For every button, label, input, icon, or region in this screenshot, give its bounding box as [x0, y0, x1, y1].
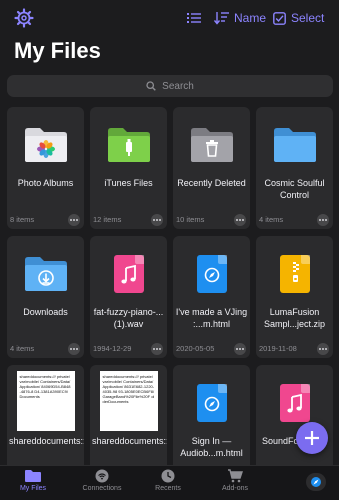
file-card-fat-fuzzy-piano[interactable]: fat-fuzzy-piano-...(1).wav 1994-12-29: [90, 236, 167, 358]
file-name: iTunes Files: [104, 178, 153, 188]
more-options-icon[interactable]: [317, 214, 329, 226]
html-file-icon: [196, 255, 227, 293]
trash-folder-icon: [190, 128, 233, 162]
plus-icon: [305, 431, 319, 445]
text-preview: shareddocuments:/// private/var/mobile/ …: [99, 371, 158, 431]
file-meta: 2020-05-05: [176, 344, 215, 353]
add-button[interactable]: [296, 422, 328, 454]
browser-shortcut-button[interactable]: [306, 473, 326, 491]
music-file-icon: [279, 384, 310, 422]
tab-add-ons[interactable]: Add-ons: [205, 469, 265, 492]
file-card-itunes-files[interactable]: iTunes Files 12 items: [90, 107, 167, 229]
search-placeholder: Search: [162, 80, 194, 92]
more-options-icon[interactable]: [234, 214, 246, 226]
tab-label: My Files: [19, 485, 47, 492]
file-meta: 12 items: [93, 215, 122, 224]
html-file-icon: [196, 384, 227, 422]
more-options-icon[interactable]: [151, 214, 163, 226]
cart-icon: [228, 469, 243, 483]
file-meta: 10 items: [176, 215, 205, 224]
file-name: Downloads: [23, 307, 68, 317]
more-options-icon[interactable]: [68, 214, 80, 226]
file-card-downloads[interactable]: Downloads 4 items: [7, 236, 84, 358]
text-preview: shareddocuments:/// private/var/mobile/ …: [16, 371, 75, 431]
top-toolbar: Name Select: [0, 0, 339, 36]
file-card-cosmic-soulful-control[interactable]: Cosmic Soulful Control 4 items: [256, 107, 333, 229]
compass-icon: [311, 477, 321, 487]
select-label: Select: [291, 11, 325, 25]
list-view-icon[interactable]: [186, 10, 202, 26]
tab-my-files[interactable]: My Files: [3, 466, 63, 500]
file-meta: 8 items: [10, 215, 35, 224]
checkbox-icon: [273, 11, 286, 25]
zip-file-icon: [279, 255, 310, 293]
more-options-icon[interactable]: [234, 343, 246, 355]
music-file-icon: [113, 255, 144, 293]
file-card-photo-albums[interactable]: Photo Albums 8 items: [7, 107, 84, 229]
file-card-vjing-html[interactable]: I've made a VJing :...m.html 2020-05-05: [173, 236, 250, 358]
page-title: My Files: [14, 38, 101, 63]
file-name: Recently Deleted: [177, 178, 246, 188]
file-name: fat-fuzzy-piano-...(1).wav: [93, 307, 164, 329]
wifi-icon: [95, 469, 109, 483]
clock-icon: [161, 469, 175, 483]
file-meta: 2019-11-08: [259, 344, 297, 353]
file-card-recently-deleted[interactable]: Recently Deleted 10 items: [173, 107, 250, 229]
file-meta: 1994-12-29: [93, 344, 132, 353]
file-name: shareddocuments::::pri...DEC.txt: [9, 436, 84, 446]
sort-label: Name: [234, 11, 267, 25]
search-icon: [146, 81, 156, 91]
file-grid: Photo Albums 8 items iTunes Files 12 ite…: [7, 107, 333, 487]
file-card-lumafusion-zip[interactable]: LumaFusion Sampl...ject.zip 2019-11-08: [256, 236, 333, 358]
file-name: Cosmic Soulful Control: [264, 178, 325, 200]
file-name: Photo Albums: [17, 178, 74, 188]
tab-label: Connections: [82, 485, 122, 492]
folder-icon: [273, 128, 316, 162]
select-button[interactable]: Select: [273, 8, 324, 28]
more-options-icon[interactable]: [317, 343, 329, 355]
file-name: LumaFusion Sampl...ject.zip: [263, 307, 326, 329]
tab-label: Add-ons: [221, 485, 249, 492]
itunes-folder-icon: [107, 128, 150, 162]
file-meta: 4 items: [10, 344, 35, 353]
photos-folder-icon: [24, 128, 67, 162]
downloads-folder-icon: [24, 257, 67, 291]
file-name: I've made a VJing :...m.html: [175, 307, 248, 329]
more-options-icon[interactable]: [68, 343, 80, 355]
tab-bar: My Files Connections Recents Add-ons: [0, 465, 339, 500]
search-input[interactable]: Search: [7, 75, 333, 97]
file-meta: 4 items: [259, 215, 284, 224]
sort-button[interactable]: Name: [214, 8, 266, 28]
folder-icon: [25, 470, 41, 482]
file-name: Sign In — Audiob...m.html: [180, 436, 243, 458]
file-name: shareddocuments::::pri...CB6.txt: [92, 436, 167, 446]
tab-label: Recents: [155, 485, 181, 492]
tab-connections[interactable]: Connections: [72, 469, 132, 492]
settings-gear-icon[interactable]: [14, 8, 34, 28]
more-options-icon[interactable]: [151, 343, 163, 355]
sort-icon: [214, 12, 229, 25]
tab-recents[interactable]: Recents: [138, 469, 198, 492]
